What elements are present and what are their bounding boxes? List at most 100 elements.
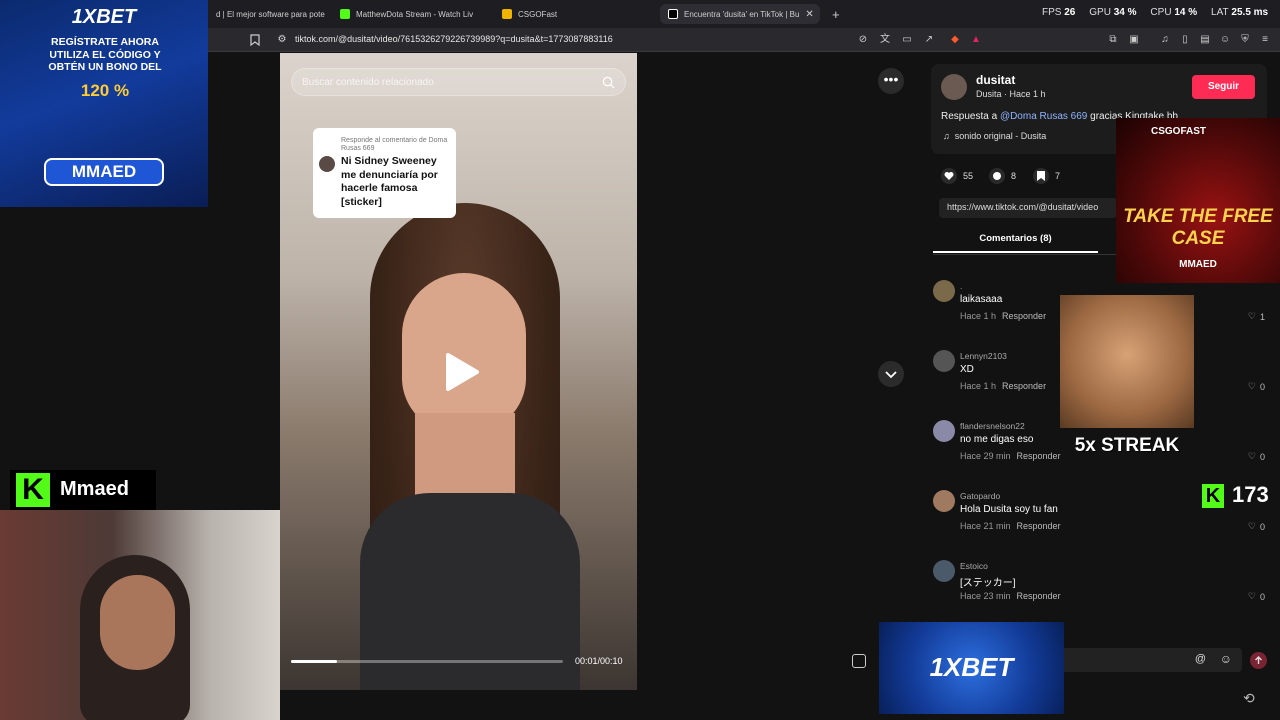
avatar[interactable]	[933, 490, 955, 512]
fps-value: 26	[1064, 7, 1076, 18]
reply-button[interactable]: Responder	[1002, 311, 1046, 321]
search-placeholder: Buscar contenido relacionado	[302, 77, 434, 88]
like-button[interactable]: 55	[941, 168, 973, 184]
profile-icon[interactable]: ☺	[1219, 34, 1231, 46]
browser-tab[interactable]: d | El mejor software para pote	[208, 4, 328, 24]
comment-like-count: 1	[1259, 311, 1265, 322]
comment-author[interactable]: Lennyn2103	[960, 351, 1007, 361]
comment-text: Hola Dusita soy tu fan	[960, 504, 1058, 515]
comment-time: Hace 1 h	[960, 381, 997, 391]
csgofast-favicon-icon	[502, 9, 512, 19]
comment-like-button[interactable]: ♡ 1	[1248, 311, 1265, 322]
history-icon[interactable]: ⟲	[1243, 690, 1261, 708]
rewards-icon[interactable]: ▲	[970, 34, 982, 46]
comment-like-count: 0	[1259, 521, 1265, 532]
comment-like-button[interactable]: ♡ 0	[1248, 451, 1265, 462]
avatar[interactable]	[933, 350, 955, 372]
sound-label: sonido original - Dusita	[954, 131, 1047, 141]
mention-icon[interactable]: @	[1195, 653, 1206, 665]
reader-off-icon[interactable]: ⊘	[857, 34, 869, 46]
sidebar-icon[interactable]: ▯	[1179, 34, 1191, 46]
save-count: 7	[1055, 171, 1061, 181]
site-settings-icon[interactable]: ⚙	[276, 34, 288, 46]
ad-bonus: 120 %	[80, 81, 130, 100]
reply-button[interactable]: Responder	[1017, 521, 1061, 531]
comment-like-count: 0	[1259, 451, 1265, 462]
more-options-button[interactable]: •••	[878, 68, 904, 94]
streak-image	[1060, 295, 1194, 428]
comment-like-count: 0	[1259, 381, 1265, 392]
avatar[interactable]	[933, 280, 955, 302]
next-video-button[interactable]	[878, 361, 904, 387]
csgofast-ad: CSGOFAST TAKE THE FREE CASE MMAED	[1116, 118, 1280, 283]
cpu-label: CPU	[1150, 7, 1172, 18]
lat-label: LAT	[1211, 7, 1229, 18]
video-progress-bar[interactable]	[291, 660, 563, 663]
menu-icon[interactable]: ≡	[1259, 34, 1271, 46]
author-avatar[interactable]	[941, 74, 967, 100]
clipboard-icon[interactable]	[852, 654, 866, 668]
comment-time: Hace 21 min	[960, 521, 1011, 531]
avatar[interactable]	[933, 420, 955, 442]
screen-icon[interactable]: ▭	[901, 34, 913, 46]
comment-time: Hace 23 min	[960, 591, 1011, 601]
tab-label: CSGOFast	[518, 9, 558, 19]
streamer-name: Mmaed	[60, 478, 129, 500]
sponsor-ad-1xbet: 1XBET REGÍSTRATE AHORA UTILIZA EL CÓDIGO…	[0, 0, 208, 207]
heart-icon	[941, 168, 957, 184]
comment-button[interactable]: 8	[989, 168, 1016, 184]
music-icon[interactable]: ♫	[1159, 34, 1171, 46]
mention-link[interactable]: @Doma Rusas 669	[1000, 111, 1087, 122]
close-tab-icon[interactable]: ✕	[805, 9, 813, 20]
webcam-frame	[100, 575, 175, 670]
brave-shield-icon[interactable]: ◆	[949, 34, 961, 46]
avatar	[319, 156, 335, 172]
avatar[interactable]	[933, 560, 955, 582]
share-icon[interactable]: ↗	[923, 34, 935, 46]
vpn-icon[interactable]: ⛨	[1239, 34, 1251, 46]
play-icon[interactable]	[444, 352, 480, 392]
comment-meta: Hace 1 h Responder	[960, 381, 1046, 391]
ad-text: REGÍSTRATE AHORA UTILIZA EL CÓDIGO Y OBT…	[48, 36, 162, 73]
video-link-field[interactable]: https://www.tiktok.com/@dusitat/video	[939, 198, 1117, 218]
bookmark-icon[interactable]	[249, 34, 261, 47]
follow-button[interactable]: Seguir	[1192, 75, 1255, 99]
comment-author[interactable]: Estoico	[960, 561, 988, 571]
comment-input[interactable]: @ ☺	[1062, 648, 1242, 672]
wallet-icon[interactable]: ▤	[1199, 34, 1211, 46]
author-username[interactable]: dusitat	[976, 73, 1015, 87]
browser-tab[interactable]: MatthewDota Stream - Watch Liv	[332, 4, 490, 24]
translate-icon[interactable]: 文	[879, 34, 891, 46]
reply-button[interactable]: Responder	[1017, 591, 1061, 601]
viewer-count: 173	[1232, 482, 1269, 507]
arrow-up-icon	[1255, 656, 1262, 664]
browser-tab[interactable]: CSGOFast	[494, 4, 654, 24]
comment-meta: Hace 21 min Responder	[960, 521, 1061, 531]
kick-channel-badge: K Mmaed	[10, 470, 156, 510]
url-text[interactable]: tiktok.com/@dusitat/video/76153262792267…	[295, 34, 613, 44]
comment-like-button[interactable]: ♡ 0	[1248, 591, 1265, 602]
comment-text: laikasaaa	[960, 294, 1003, 305]
extensions-icon[interactable]: ⧉	[1107, 34, 1119, 46]
comment-like-button[interactable]: ♡ 0	[1248, 381, 1265, 392]
send-comment-button[interactable]	[1250, 652, 1267, 669]
screenshot-icon[interactable]: ▣	[1128, 34, 1140, 46]
related-search-input[interactable]: Buscar contenido relacionado	[291, 68, 626, 96]
comment-author[interactable]: .	[960, 281, 962, 291]
reply-button[interactable]: Responder	[1017, 451, 1061, 461]
csgo-brand: MMAED	[1179, 259, 1217, 270]
sound-link[interactable]: ♫ sonido original - Dusita	[943, 131, 1046, 141]
like-count: 55	[963, 171, 974, 181]
new-tab-button[interactable]: +	[824, 4, 844, 24]
tab-comments[interactable]: Comentarios (8)	[933, 233, 1098, 253]
emoji-icon[interactable]: ☺	[1220, 652, 1232, 666]
search-icon[interactable]	[602, 76, 615, 89]
comment-text: [ステッカー]	[960, 578, 1016, 589]
comment-author[interactable]: flandersnelson22	[960, 421, 1025, 431]
reply-button[interactable]: Responder	[1002, 381, 1046, 391]
comment-like-button[interactable]: ♡ 0	[1248, 521, 1265, 532]
comment-author[interactable]: Gatopardo	[960, 491, 1000, 501]
browser-tab-active[interactable]: Encuentra 'dusita' en TikTok | Bu ✕	[660, 4, 820, 24]
bookmark-icon	[1033, 168, 1049, 184]
save-button[interactable]: 7	[1033, 168, 1060, 184]
